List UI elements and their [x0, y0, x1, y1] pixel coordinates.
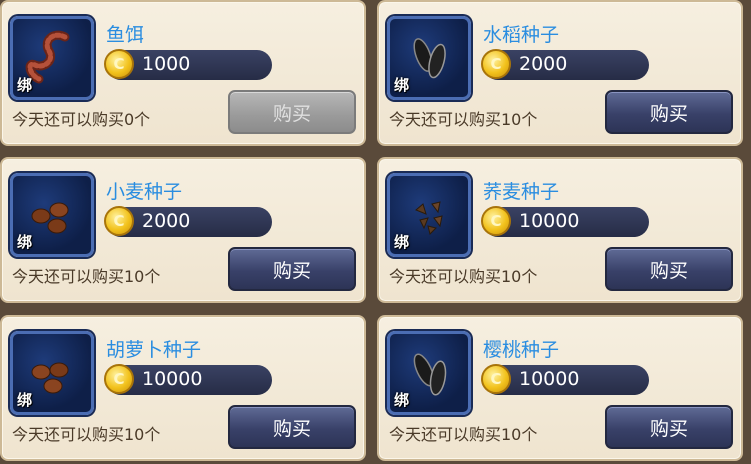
price-bar: C 10000 [481, 206, 649, 237]
price-bar: C 2000 [481, 49, 649, 80]
price-value: 2000 [142, 210, 191, 232]
item-name: 胡萝卜种子 [106, 339, 202, 361]
item-icon-frame[interactable]: 绑 [387, 331, 471, 415]
item-icon-frame[interactable]: 绑 [387, 16, 471, 100]
purchase-quota: 今天还可以购买10个 [389, 425, 538, 444]
price-bar: C 10000 [104, 364, 272, 395]
item-name: 荞麦种子 [483, 181, 560, 203]
price-bar: C 2000 [104, 206, 272, 237]
price-value: 10000 [519, 210, 580, 232]
bound-tag: 绑 [17, 76, 33, 94]
buy-button[interactable]: 购买 [228, 405, 356, 449]
shop-item-card: 绑 水稻种子 C 2000 今天还可以购买10个 购买 [377, 0, 743, 146]
buy-button[interactable]: 购买 [228, 90, 356, 134]
item-icon-frame[interactable]: 绑 [10, 331, 94, 415]
purchase-quota: 今天还可以购买0个 [12, 110, 151, 129]
purchase-quota: 今天还可以购买10个 [12, 267, 161, 286]
shop-item-card: 绑 鱼饵 C 1000 今天还可以购买0个 购买 [0, 0, 366, 146]
item-name: 樱桃种子 [483, 339, 560, 361]
gold-coin-icon: C [104, 49, 134, 79]
gold-coin-icon: C [104, 206, 134, 236]
item-icon-frame[interactable]: 绑 [10, 173, 94, 257]
shop-item-card: 绑 樱桃种子 C 10000 今天还可以购买10个 购买 [377, 315, 743, 461]
item-name: 水稻种子 [483, 24, 560, 46]
buy-button[interactable]: 购买 [228, 247, 356, 291]
gold-coin-icon: C [481, 206, 511, 236]
bound-tag: 绑 [17, 391, 33, 409]
gold-coin-icon: C [481, 364, 511, 394]
item-icon-frame[interactable]: 绑 [387, 173, 471, 257]
purchase-quota: 今天还可以购买10个 [12, 425, 161, 444]
buy-button[interactable]: 购买 [605, 90, 733, 134]
gold-coin-icon: C [481, 49, 511, 79]
buy-button[interactable]: 购买 [605, 405, 733, 449]
buy-button[interactable]: 购买 [605, 247, 733, 291]
price-value: 2000 [519, 53, 568, 75]
price-bar: C 10000 [481, 364, 649, 395]
price-value: 10000 [142, 368, 203, 390]
purchase-quota: 今天还可以购买10个 [389, 110, 538, 129]
shop-item-card: 绑 胡萝卜种子 C 10000 今天还可以购买10个 购买 [0, 315, 366, 461]
bound-tag: 绑 [394, 233, 410, 251]
purchase-quota: 今天还可以购买10个 [389, 267, 538, 286]
gold-coin-icon: C [104, 364, 134, 394]
shop-item-card: 绑 小麦种子 C 2000 今天还可以购买10个 购买 [0, 157, 366, 303]
bound-tag: 绑 [394, 76, 410, 94]
bound-tag: 绑 [17, 233, 33, 251]
item-name: 小麦种子 [106, 181, 183, 203]
price-bar: C 1000 [104, 49, 272, 80]
item-name: 鱼饵 [106, 24, 145, 46]
bound-tag: 绑 [394, 391, 410, 409]
price-value: 1000 [142, 53, 191, 75]
item-icon-frame[interactable]: 绑 [10, 16, 94, 100]
price-value: 10000 [519, 368, 580, 390]
shop-item-card: 绑 荞麦种子 C 10000 今天还可以购买10个 购买 [377, 157, 743, 303]
